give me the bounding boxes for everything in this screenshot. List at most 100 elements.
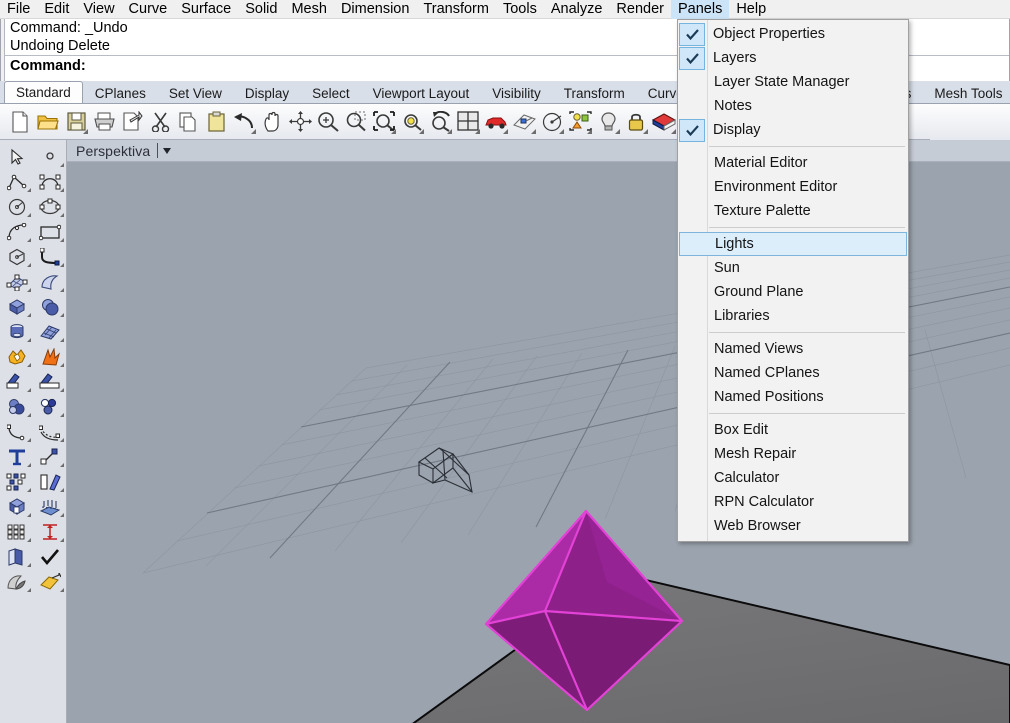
cap-planar-holes-icon[interactable] bbox=[0, 494, 33, 519]
flyout-triangle-icon[interactable] bbox=[643, 128, 648, 134]
zoom-extents-icon[interactable] bbox=[371, 108, 397, 136]
extrude-surface-icon[interactable] bbox=[33, 269, 66, 294]
layer-icon[interactable] bbox=[567, 108, 593, 136]
panels-dropdown-menu[interactable]: Object Properties Layers Layer State Manag… bbox=[677, 19, 909, 542]
tab-select[interactable]: Select bbox=[300, 83, 361, 104]
render-preview-icon[interactable] bbox=[511, 108, 537, 136]
polyline-icon[interactable] bbox=[0, 169, 33, 194]
flyout-triangle-icon[interactable] bbox=[27, 238, 31, 242]
menu-item-tools[interactable]: Tools bbox=[496, 0, 544, 19]
flyout-triangle-icon[interactable] bbox=[27, 513, 31, 517]
flyout-triangle-icon[interactable] bbox=[27, 538, 31, 542]
menu-item-panels[interactable]: Panels bbox=[670, 0, 730, 19]
box-icon[interactable] bbox=[0, 294, 33, 319]
flyout-triangle-icon[interactable] bbox=[60, 588, 64, 592]
curve-control-points-icon[interactable] bbox=[33, 169, 66, 194]
flyout-triangle-icon[interactable] bbox=[559, 128, 564, 134]
surface-control-points-icon[interactable] bbox=[0, 269, 33, 294]
menu-item-web-browser[interactable]: Web Browser bbox=[678, 514, 908, 538]
menu-item-rpn-calculator[interactable]: RPN Calculator bbox=[678, 490, 908, 514]
sphere-icon[interactable] bbox=[33, 294, 66, 319]
flyout-triangle-icon[interactable] bbox=[83, 128, 88, 134]
render-car-icon[interactable] bbox=[483, 108, 509, 136]
menu-item-mesh[interactable]: Mesh bbox=[284, 0, 333, 19]
polygon-icon[interactable] bbox=[0, 244, 33, 269]
tab-transform[interactable]: Transform bbox=[551, 83, 636, 104]
flyout-triangle-icon[interactable] bbox=[27, 438, 31, 442]
material-icon[interactable] bbox=[651, 108, 677, 136]
check-mark-icon[interactable] bbox=[33, 544, 66, 569]
menu-item-named-positions[interactable]: Named Positions bbox=[678, 385, 908, 409]
menu-item-view[interactable]: View bbox=[76, 0, 121, 19]
menu-item-lights[interactable]: Lights bbox=[679, 232, 907, 256]
tab-mesh-tools[interactable]: Mesh Tools bbox=[922, 83, 1010, 104]
cplane-icon[interactable] bbox=[539, 108, 565, 136]
four-viewport-icon[interactable] bbox=[455, 108, 481, 136]
mesh-plane-icon[interactable] bbox=[33, 319, 66, 344]
trim-icon[interactable] bbox=[0, 369, 33, 394]
flyout-triangle-icon[interactable] bbox=[251, 128, 256, 134]
dimension-icon[interactable] bbox=[33, 519, 66, 544]
flyout-triangle-icon[interactable] bbox=[27, 188, 31, 192]
menu-item-environment-editor[interactable]: Environment Editor bbox=[678, 175, 908, 199]
render-material-icon[interactable] bbox=[33, 569, 66, 594]
menu-item-solid[interactable]: Solid bbox=[238, 0, 284, 19]
mirror-icon[interactable] bbox=[33, 469, 66, 494]
flyout-triangle-icon[interactable] bbox=[27, 338, 31, 342]
rotate-view-icon[interactable] bbox=[287, 108, 313, 136]
flyout-triangle-icon[interactable] bbox=[27, 363, 31, 367]
flyout-triangle-icon[interactable] bbox=[615, 128, 620, 134]
flyout-triangle-icon[interactable] bbox=[60, 513, 64, 517]
curve-fillet-icon[interactable] bbox=[33, 244, 66, 269]
flyout-triangle-icon[interactable] bbox=[60, 413, 64, 417]
menu-item-material-editor[interactable]: Material Editor bbox=[678, 151, 908, 175]
menu-item-object-properties[interactable]: Object Properties bbox=[678, 22, 908, 46]
flyout-triangle-icon[interactable] bbox=[60, 338, 64, 342]
flyout-triangle-icon[interactable] bbox=[60, 538, 64, 542]
flyout-triangle-icon[interactable] bbox=[27, 263, 31, 267]
light-bulb-icon[interactable] bbox=[595, 108, 621, 136]
menu-item-file[interactable]: File bbox=[0, 0, 37, 19]
flyout-triangle-icon[interactable] bbox=[503, 128, 508, 134]
select-arrow-icon[interactable] bbox=[0, 144, 33, 169]
array-icon[interactable] bbox=[0, 469, 33, 494]
flyout-triangle-icon[interactable] bbox=[60, 263, 64, 267]
menu-item-edit[interactable]: Edit bbox=[37, 0, 76, 19]
loft-icon[interactable] bbox=[33, 494, 66, 519]
menu-item-sun[interactable]: Sun bbox=[678, 256, 908, 280]
menu-item-named-cplanes[interactable]: Named CPlanes bbox=[678, 361, 908, 385]
arc-icon[interactable] bbox=[0, 219, 33, 244]
offset-surface-icon[interactable] bbox=[33, 419, 66, 444]
tab-cplanes[interactable]: CPlanes bbox=[82, 83, 157, 104]
tab-set-view[interactable]: Set View bbox=[156, 83, 233, 104]
flyout-triangle-icon[interactable] bbox=[27, 388, 31, 392]
paste-icon[interactable] bbox=[203, 108, 229, 136]
flyout-triangle-icon[interactable] bbox=[27, 413, 31, 417]
menu-item-display[interactable]: Display bbox=[678, 118, 908, 142]
flyout-triangle-icon[interactable] bbox=[531, 128, 536, 134]
menu-item-analyze[interactable]: Analyze bbox=[544, 0, 610, 19]
flyout-triangle-icon[interactable] bbox=[391, 128, 396, 134]
menu-item-box-edit[interactable]: Box Edit bbox=[678, 418, 908, 442]
fillet-edge-icon[interactable] bbox=[0, 394, 33, 419]
flyout-triangle-icon[interactable] bbox=[60, 463, 64, 467]
export-icon[interactable] bbox=[119, 108, 145, 136]
flyout-triangle-icon[interactable] bbox=[60, 188, 64, 192]
flyout-triangle-icon[interactable] bbox=[587, 128, 592, 134]
menu-item-notes[interactable]: Notes bbox=[678, 94, 908, 118]
rectangle-icon[interactable] bbox=[33, 219, 66, 244]
menu-item-help[interactable]: Help bbox=[729, 0, 773, 19]
shade-icon[interactable] bbox=[0, 569, 33, 594]
open-file-icon[interactable] bbox=[35, 108, 61, 136]
menu-item-libraries[interactable]: Libraries bbox=[678, 304, 908, 328]
flyout-triangle-icon[interactable] bbox=[447, 128, 452, 134]
flyout-triangle-icon[interactable] bbox=[27, 288, 31, 292]
tab-display[interactable]: Display bbox=[232, 83, 301, 104]
menu-item-ground-plane[interactable]: Ground Plane bbox=[678, 280, 908, 304]
menu-item-texture-palette[interactable]: Texture Palette bbox=[678, 199, 908, 223]
flyout-triangle-icon[interactable] bbox=[27, 563, 31, 567]
menu-item-calculator[interactable]: Calculator bbox=[678, 466, 908, 490]
flyout-triangle-icon[interactable] bbox=[60, 488, 64, 492]
tab-visibility[interactable]: Visibility bbox=[480, 83, 552, 104]
blend-surface-icon[interactable] bbox=[33, 394, 66, 419]
